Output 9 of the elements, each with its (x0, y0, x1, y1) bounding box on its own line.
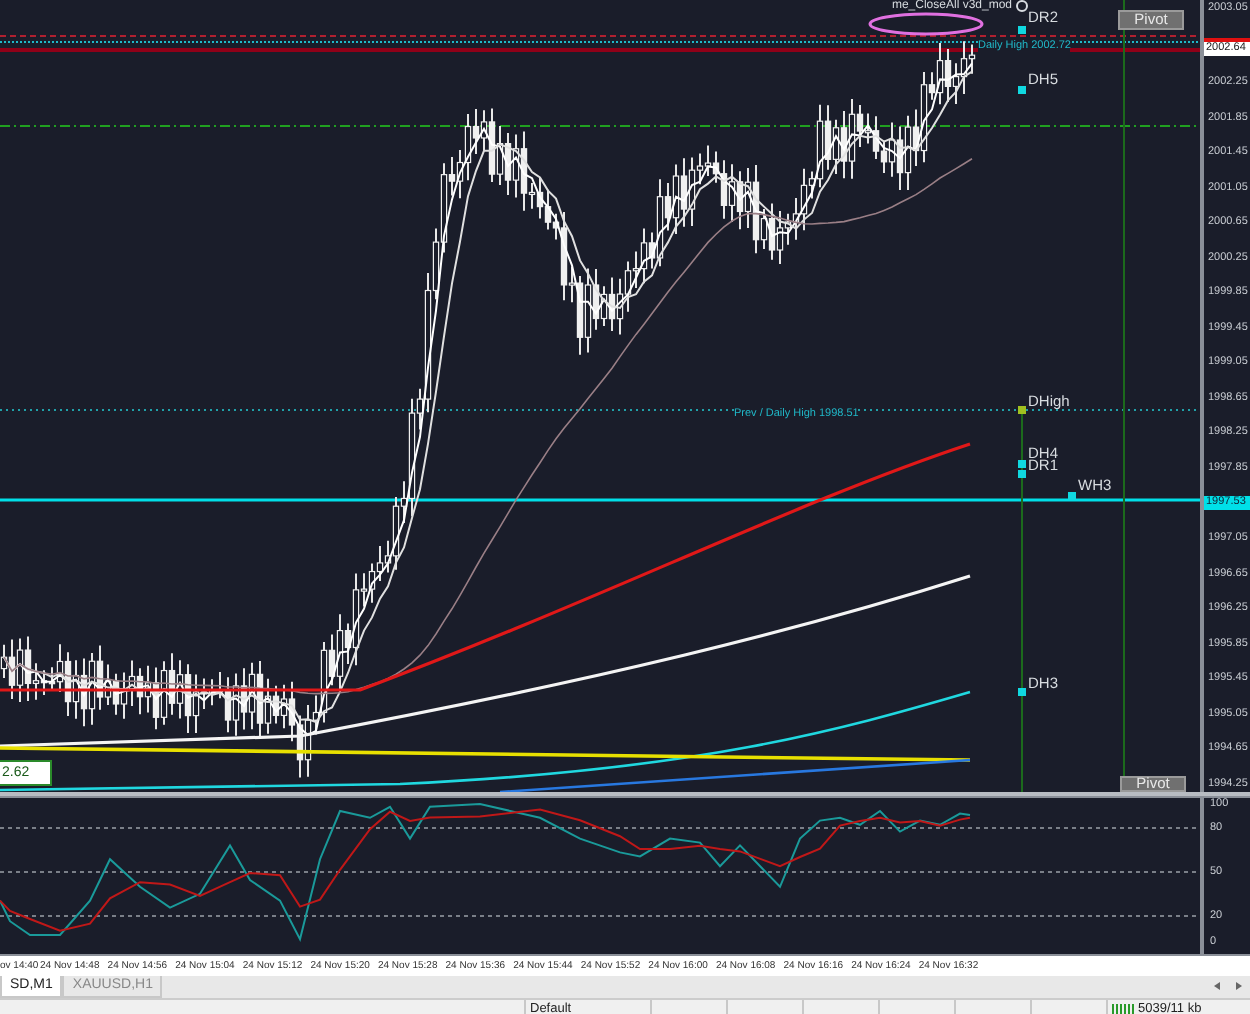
scroll-left-icon[interactable] (1214, 982, 1220, 990)
pivot-marker (1018, 406, 1026, 414)
ellipse-annotation (868, 12, 984, 36)
connection-bars-icon (1112, 1003, 1134, 1014)
pivot-marker (1018, 26, 1026, 34)
scroll-right-icon[interactable] (1236, 982, 1242, 990)
pivot-marker (1018, 86, 1026, 94)
pivot-marker (1068, 492, 1076, 500)
pivot-marker (1018, 688, 1026, 696)
